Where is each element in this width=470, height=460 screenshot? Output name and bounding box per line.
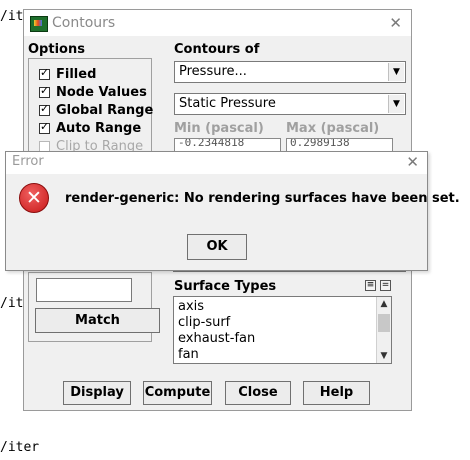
- options-group: Filled Node Values Global Range Auto Ran…: [28, 58, 154, 154]
- deselect-all-icon[interactable]: =: [380, 280, 391, 291]
- chevron-up-icon[interactable]: ▲: [377, 297, 391, 311]
- min-label: Min (pascal): [174, 121, 264, 136]
- ok-button[interactable]: OK: [187, 234, 247, 260]
- match-input[interactable]: [36, 278, 132, 302]
- checkbox-label: Filled: [56, 67, 97, 82]
- chevron-down-icon[interactable]: ▼: [377, 349, 391, 363]
- compute-button[interactable]: Compute: [143, 381, 212, 405]
- dialog-title: Error: [12, 154, 44, 169]
- list-item[interactable]: exhaust-fan: [178, 331, 255, 346]
- close-button-label: Close: [238, 385, 278, 400]
- console-line: /iter: [0, 440, 40, 455]
- select-all-icon[interactable]: ≡: [365, 280, 376, 291]
- surface-types-heading: Surface Types: [174, 279, 277, 294]
- match-button-label: Match: [75, 313, 120, 328]
- match-button[interactable]: Match: [35, 308, 160, 333]
- max-value: 0.2989138: [290, 138, 350, 149]
- max-value-field[interactable]: 0.2989138: [286, 138, 393, 152]
- checkbox-box[interactable]: [39, 66, 50, 80]
- app-icon: [30, 16, 48, 32]
- help-button-label: Help: [319, 385, 354, 400]
- error-dialog: Error ✕ ✕ render-generic: No rendering s…: [5, 151, 460, 271]
- max-label: Max (pascal): [286, 121, 380, 136]
- select-value: Static Pressure: [179, 96, 276, 111]
- close-icon[interactable]: ✕: [389, 14, 402, 32]
- checkbox-label: Node Values: [56, 85, 147, 100]
- close-icon[interactable]: ✕: [406, 153, 419, 171]
- chevron-down-icon[interactable]: ▼: [388, 95, 404, 113]
- error-x-icon: ✕: [19, 183, 49, 213]
- checkbox-box[interactable]: [39, 120, 50, 134]
- contours-of-heading: Contours of: [174, 42, 260, 57]
- scroll-thumb[interactable]: [378, 314, 390, 332]
- list-item[interactable]: axis: [178, 299, 204, 314]
- options-heading: Options: [28, 42, 85, 57]
- help-button[interactable]: Help: [303, 381, 370, 405]
- checkbox-box[interactable]: [39, 102, 50, 116]
- checkbox-label: Global Range: [56, 103, 154, 118]
- checkbox-box[interactable]: [39, 84, 50, 98]
- contours-quantity-select[interactable]: Static Pressure ▼: [174, 93, 406, 115]
- surface-types-list[interactable]: axis clip-surf exhaust-fan fan ▲ ▼: [173, 296, 392, 364]
- contours-category-select[interactable]: Pressure... ▼: [174, 61, 406, 83]
- display-button-label: Display: [70, 385, 124, 400]
- select-value: Pressure...: [179, 64, 247, 79]
- checkbox-label: Auto Range: [56, 121, 142, 136]
- chevron-down-icon[interactable]: ▼: [388, 63, 404, 81]
- list-item[interactable]: fan: [178, 347, 199, 362]
- error-message: render-generic: No rendering surfaces ha…: [65, 191, 460, 206]
- console-line: /it: [0, 296, 24, 311]
- list-item[interactable]: clip-surf: [178, 315, 230, 330]
- display-button[interactable]: Display: [63, 381, 131, 405]
- list-scrollbar[interactable]: ▲ ▼: [376, 297, 391, 363]
- compute-button-label: Compute: [144, 385, 211, 400]
- contours-titlebar[interactable]: Contours ✕: [24, 10, 411, 36]
- close-button[interactable]: Close: [225, 381, 291, 405]
- window-title: Contours: [52, 15, 116, 31]
- console-line: /it: [0, 9, 24, 24]
- min-value: -0.2344818: [178, 138, 245, 149]
- error-titlebar[interactable]: Error ✕: [6, 152, 427, 174]
- min-value-field[interactable]: -0.2344818: [174, 138, 281, 152]
